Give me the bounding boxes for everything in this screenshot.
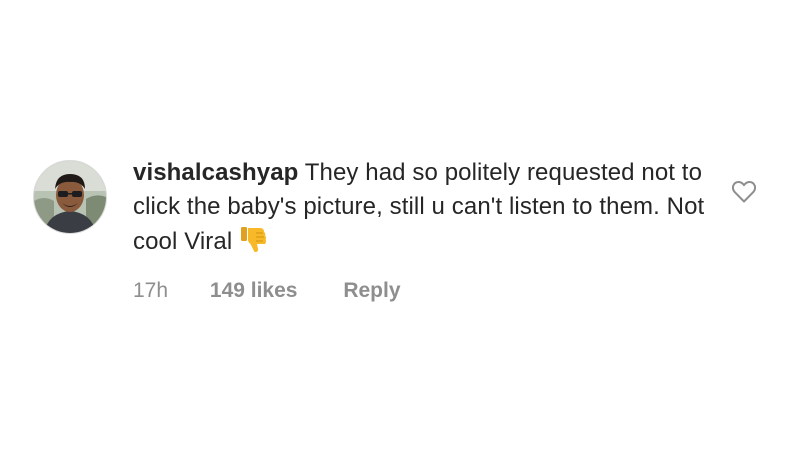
comment: vishalcashyap They had so politely reque…: [33, 156, 773, 306]
reply-button[interactable]: Reply: [343, 279, 400, 303]
comment-time: 17h: [133, 279, 169, 302]
thumbs-down-icon: [238, 224, 268, 254]
comment-username[interactable]: vishalcashyap: [133, 159, 298, 186]
comment-meta: 17h 149 likes Reply: [133, 279, 713, 303]
avatar-photo: [34, 161, 106, 233]
heart-outline-icon[interactable]: [731, 180, 757, 204]
comment-body: vishalcashyap They had so politely reque…: [133, 156, 713, 303]
avatar[interactable]: [33, 160, 107, 234]
likes-count[interactable]: 149 likes: [210, 279, 298, 303]
comment-text-block: vishalcashyap They had so politely reque…: [133, 156, 713, 259]
